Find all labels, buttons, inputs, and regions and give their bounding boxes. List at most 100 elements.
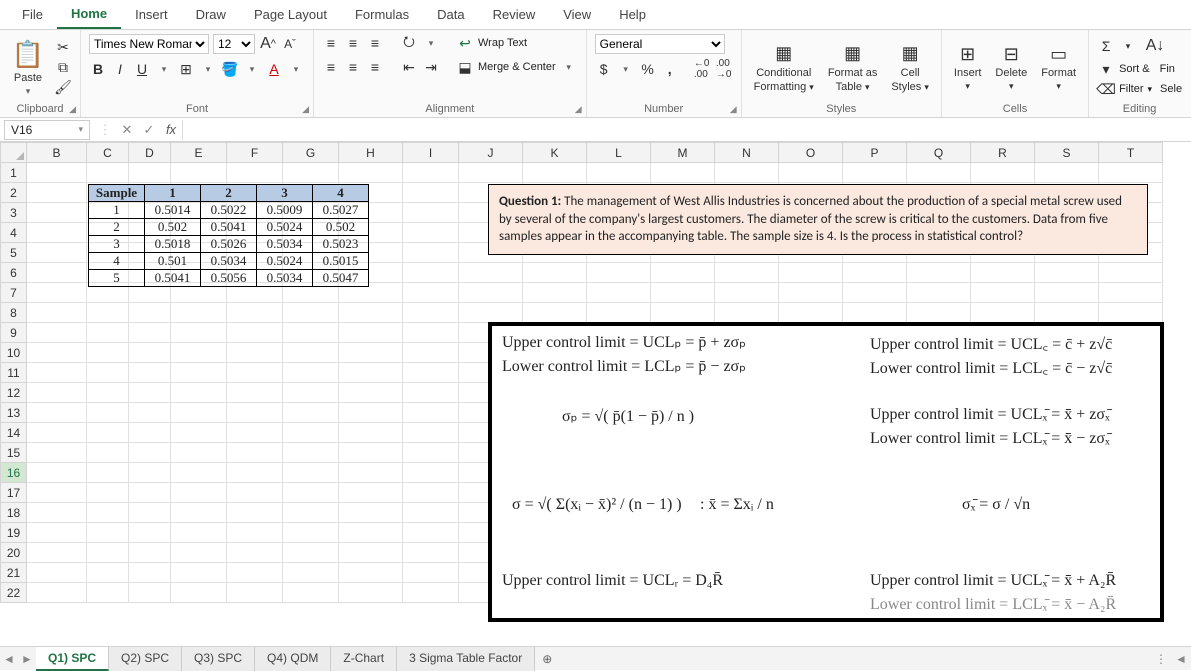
cell[interactable] [459,303,523,323]
cell[interactable] [339,503,403,523]
cell[interactable] [27,403,87,423]
cell[interactable] [403,283,459,303]
cell[interactable] [1035,303,1099,323]
tab-formulas[interactable]: Formulas [341,1,423,28]
cell[interactable] [907,283,971,303]
cell[interactable] [27,503,87,523]
row-header[interactable]: 17 [1,483,27,503]
cell[interactable] [283,403,339,423]
tab-insert[interactable]: Insert [121,1,182,28]
cell[interactable] [87,543,129,563]
cell[interactable] [87,383,129,403]
cell[interactable] [843,163,907,183]
fill-dd-icon[interactable]: ▾ [243,60,261,78]
cell[interactable] [227,423,283,443]
cell[interactable] [339,483,403,503]
cell[interactable] [403,263,459,283]
fill-icon[interactable]: ▾ [1097,60,1115,78]
currency-icon[interactable]: $ [595,60,613,78]
col-header[interactable]: R [971,143,1035,163]
row-header[interactable]: 5 [1,243,27,263]
cell[interactable] [403,423,459,443]
cell[interactable] [27,343,87,363]
cell[interactable] [339,163,403,183]
cell[interactable] [403,183,459,203]
cell[interactable] [339,323,403,343]
percent-icon[interactable]: % [639,60,657,78]
cell[interactable] [129,483,171,503]
row-header[interactable]: 20 [1,543,27,563]
formula-input[interactable] [182,120,1191,140]
cell[interactable] [283,363,339,383]
cell[interactable] [403,463,459,483]
cell[interactable] [651,303,715,323]
bold-button[interactable]: B [89,60,107,78]
orientation-icon[interactable]: ⭮ [400,34,418,52]
format-as-table-button[interactable]: ▦ Format as Table ▾ [824,41,882,95]
cell[interactable] [283,303,339,323]
cell[interactable] [227,483,283,503]
cell[interactable] [403,523,459,543]
launcher-icon[interactable]: ◢ [730,104,737,115]
chevron-down-icon[interactable]: ▾ [1119,37,1137,55]
cell[interactable] [27,363,87,383]
cell[interactable] [779,303,843,323]
cell[interactable] [87,463,129,483]
row-header[interactable]: 15 [1,443,27,463]
cell[interactable] [339,523,403,543]
cell[interactable] [129,463,171,483]
cell[interactable] [227,343,283,363]
cell[interactable] [87,563,129,583]
cell[interactable] [459,163,523,183]
tab-view[interactable]: View [549,1,605,28]
cell[interactable] [907,303,971,323]
cell[interactable] [403,443,459,463]
row-header[interactable]: 13 [1,403,27,423]
sheet-tab[interactable]: Z-Chart [331,647,397,671]
cell[interactable] [27,523,87,543]
cancel-icon[interactable]: ✕ [116,122,138,138]
cell[interactable] [129,403,171,423]
cell[interactable] [27,323,87,343]
align-left-icon[interactable]: ≡ [322,58,340,76]
tab-home[interactable]: Home [57,0,121,29]
cell[interactable] [27,483,87,503]
cell[interactable] [779,263,843,283]
row-header[interactable]: 9 [1,323,27,343]
format-cells-button[interactable]: ▭ Format ▾ [1037,41,1080,94]
fontcolor-dd-icon[interactable]: ▾ [287,60,305,78]
name-box[interactable]: V16▾ [4,120,90,140]
cell[interactable] [171,583,227,603]
cell[interactable] [339,583,403,603]
cell[interactable] [129,383,171,403]
merge-dd-icon[interactable]: ▾ [560,58,578,76]
cell[interactable] [27,263,87,283]
fill-color-icon[interactable]: 🪣 [221,60,239,78]
underline-dd-icon[interactable]: ▾ [155,60,173,78]
row-header[interactable]: 10 [1,343,27,363]
cell[interactable] [87,443,129,463]
cell[interactable] [227,583,283,603]
sheet-nav-next-icon[interactable]: ► [18,652,36,666]
row-header[interactable]: 16 [1,463,27,483]
cell[interactable] [339,403,403,423]
cell[interactable] [283,583,339,603]
cell[interactable] [171,563,227,583]
col-header[interactable]: F [227,143,283,163]
clear-icon[interactable]: ⌫ [1097,80,1115,98]
sheet-nav-prev-icon[interactable]: ◄ [0,652,18,666]
cell[interactable] [129,443,171,463]
cell[interactable] [87,503,129,523]
dec-decimal-icon[interactable]: .00→0 [715,60,733,78]
cell[interactable] [523,303,587,323]
cell[interactable] [171,483,227,503]
cell[interactable] [587,163,651,183]
cell[interactable] [283,163,339,183]
sheet-tab[interactable]: Q4) QDM [255,647,331,671]
sort-filter-button[interactable]: A↓ [1141,34,1169,58]
cell[interactable] [971,163,1035,183]
cell[interactable] [459,283,523,303]
cell[interactable] [339,363,403,383]
grow-font-icon[interactable]: A^ [259,35,277,53]
cell[interactable] [587,303,651,323]
